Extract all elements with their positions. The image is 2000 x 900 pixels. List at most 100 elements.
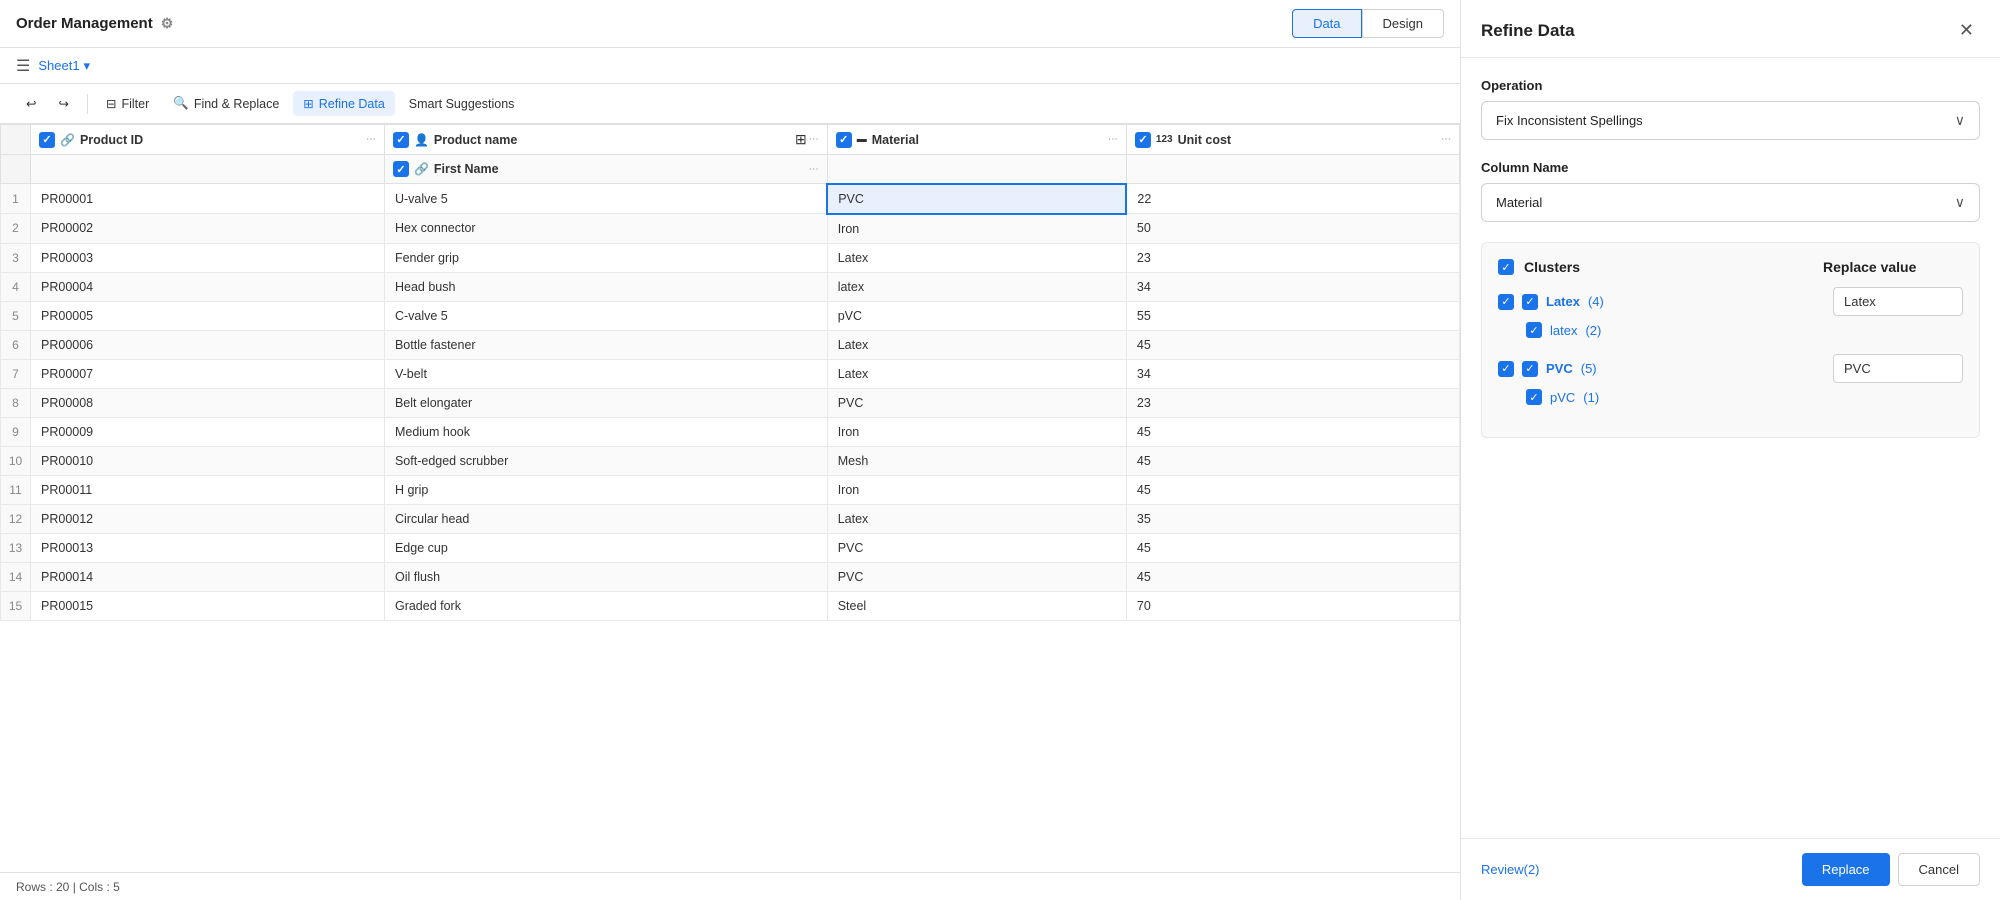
cell-material[interactable]: Latex [827,243,1126,272]
cluster-parent-checkbox-latex[interactable]: ✓ [1498,294,1514,310]
cluster-checkbox-latex[interactable]: ✓ [1522,294,1538,310]
review-link[interactable]: Review(2) [1481,862,1540,877]
col-checkbox-unit-cost[interactable]: ✓ [1135,132,1151,148]
cell-product_id[interactable]: PR00005 [31,301,385,330]
filter-button[interactable]: ⊟ Filter [96,91,159,116]
cell-material[interactable]: Steel [827,591,1126,620]
cell-product_id[interactable]: PR00007 [31,359,385,388]
cell-product_name[interactable]: C-valve 5 [384,301,827,330]
cell-product_id[interactable]: PR00003 [31,243,385,272]
cell-material[interactable]: pVC [827,301,1126,330]
cluster-replace-input-latex[interactable] [1833,287,1963,316]
cell-material[interactable]: Iron [827,417,1126,446]
cell-product_name[interactable]: Oil flush [384,562,827,591]
undo-button[interactable]: ↩ [16,91,46,116]
cell-product_id[interactable]: PR00014 [31,562,385,591]
cell-unit_cost[interactable]: 23 [1126,243,1459,272]
clusters-header-label: Clusters [1524,259,1823,275]
cluster-sub-row-latex-lower: ✓ latex (2) [1526,322,1963,338]
cell-material[interactable]: PVC [827,388,1126,417]
cell-material[interactable]: PVC [827,562,1126,591]
find-replace-button[interactable]: 🔍 Find & Replace [163,91,289,116]
cell-product_name[interactable]: Hex connector [384,214,827,244]
hamburger-icon[interactable]: ☰ [16,56,30,76]
sub-col-checkbox[interactable]: ✓ [393,161,409,177]
cell-unit_cost[interactable]: 50 [1126,214,1459,244]
table-row: 6PR00006Bottle fastenerLatex45 [1,330,1460,359]
cell-material[interactable]: Iron [827,475,1126,504]
close-button[interactable]: ✕ [1953,18,1980,43]
cell-unit_cost[interactable]: 45 [1126,446,1459,475]
cluster-sub-checkbox-pvc-lower[interactable]: ✓ [1526,389,1542,405]
sort-icon-unit-cost[interactable]: ⋯ [1441,134,1451,145]
col-action-icon-product-name[interactable]: ⊞ [795,131,807,148]
cell-material[interactable]: Mesh [827,446,1126,475]
cell-product_name[interactable]: Graded fork [384,591,827,620]
cell-product_id[interactable]: PR00008 [31,388,385,417]
cell-unit_cost[interactable]: 23 [1126,388,1459,417]
cell-product_name[interactable]: Belt elongater [384,388,827,417]
tab-design[interactable]: Design [1362,9,1444,38]
cell-unit_cost[interactable]: 45 [1126,475,1459,504]
cell-material[interactable]: Iron [827,214,1126,244]
cell-unit_cost[interactable]: 55 [1126,301,1459,330]
cell-material[interactable]: PVC [827,184,1126,214]
cluster-checkbox-pvc[interactable]: ✓ [1522,361,1538,377]
cluster-replace-input-pvc[interactable] [1833,354,1963,383]
refine-data-button[interactable]: ⊞ Refine Data [293,91,395,116]
cell-product_name[interactable]: Edge cup [384,533,827,562]
cell-unit_cost[interactable]: 35 [1126,504,1459,533]
col-checkbox-product-name[interactable]: ✓ [393,132,409,148]
cell-material[interactable]: PVC [827,533,1126,562]
cell-product_id[interactable]: PR00015 [31,591,385,620]
redo-button[interactable]: ↪ [48,91,78,116]
sheet-tab[interactable]: Sheet1 ▾ [38,58,90,74]
cell-product_id[interactable]: PR00010 [31,446,385,475]
cell-unit_cost[interactable]: 45 [1126,562,1459,591]
column-name-dropdown[interactable]: Material ∨ [1481,183,1980,222]
cell-unit_cost[interactable]: 34 [1126,272,1459,301]
cell-product_name[interactable]: Head bush [384,272,827,301]
sort-icon-product-id[interactable]: ⋯ [366,134,376,145]
sub-col-sort[interactable]: ⋯ [809,164,819,175]
cell-unit_cost[interactable]: 45 [1126,330,1459,359]
cell-material[interactable]: Latex [827,504,1126,533]
gear-icon[interactable]: ⚙ [161,15,174,32]
cell-product_name[interactable]: Circular head [384,504,827,533]
cell-product_id[interactable]: PR00002 [31,214,385,244]
cell-product_name[interactable]: H grip [384,475,827,504]
cell-material[interactable]: Latex [827,330,1126,359]
cluster-parent-checkbox-pvc[interactable]: ✓ [1498,361,1514,377]
cell-product_name[interactable]: V-belt [384,359,827,388]
cell-product_id[interactable]: PR00011 [31,475,385,504]
cell-product_name[interactable]: U-valve 5 [384,184,827,214]
cell-product_name[interactable]: Fender grip [384,243,827,272]
operation-dropdown[interactable]: Fix Inconsistent Spellings ∨ [1481,101,1980,140]
cancel-button[interactable]: Cancel [1898,853,1980,886]
cell-product_id[interactable]: PR00012 [31,504,385,533]
cell-material[interactable]: Latex [827,359,1126,388]
cell-unit_cost[interactable]: 22 [1126,184,1459,214]
cluster-sub-checkbox-latex-lower[interactable]: ✓ [1526,322,1542,338]
cell-unit_cost[interactable]: 34 [1126,359,1459,388]
col-checkbox-product-id[interactable]: ✓ [39,132,55,148]
clusters-all-checkbox[interactable]: ✓ [1498,259,1514,275]
smart-suggestions-button[interactable]: Smart Suggestions [399,92,525,116]
cell-product_id[interactable]: PR00004 [31,272,385,301]
cell-product_id[interactable]: PR00009 [31,417,385,446]
sort-icon-product-name[interactable]: ⋯ [809,134,819,145]
sort-icon-material[interactable]: ⋯ [1108,134,1118,145]
tab-data[interactable]: Data [1292,9,1361,38]
cell-product_id[interactable]: PR00013 [31,533,385,562]
cell-unit_cost[interactable]: 70 [1126,591,1459,620]
cell-product_id[interactable]: PR00006 [31,330,385,359]
cell-product_name[interactable]: Soft-edged scrubber [384,446,827,475]
replace-button[interactable]: Replace [1802,853,1890,886]
cell-product_id[interactable]: PR00001 [31,184,385,214]
cell-product_name[interactable]: Medium hook [384,417,827,446]
cell-unit_cost[interactable]: 45 [1126,533,1459,562]
cell-product_name[interactable]: Bottle fastener [384,330,827,359]
cell-unit_cost[interactable]: 45 [1126,417,1459,446]
col-checkbox-material[interactable]: ✓ [836,132,852,148]
cell-material[interactable]: latex [827,272,1126,301]
